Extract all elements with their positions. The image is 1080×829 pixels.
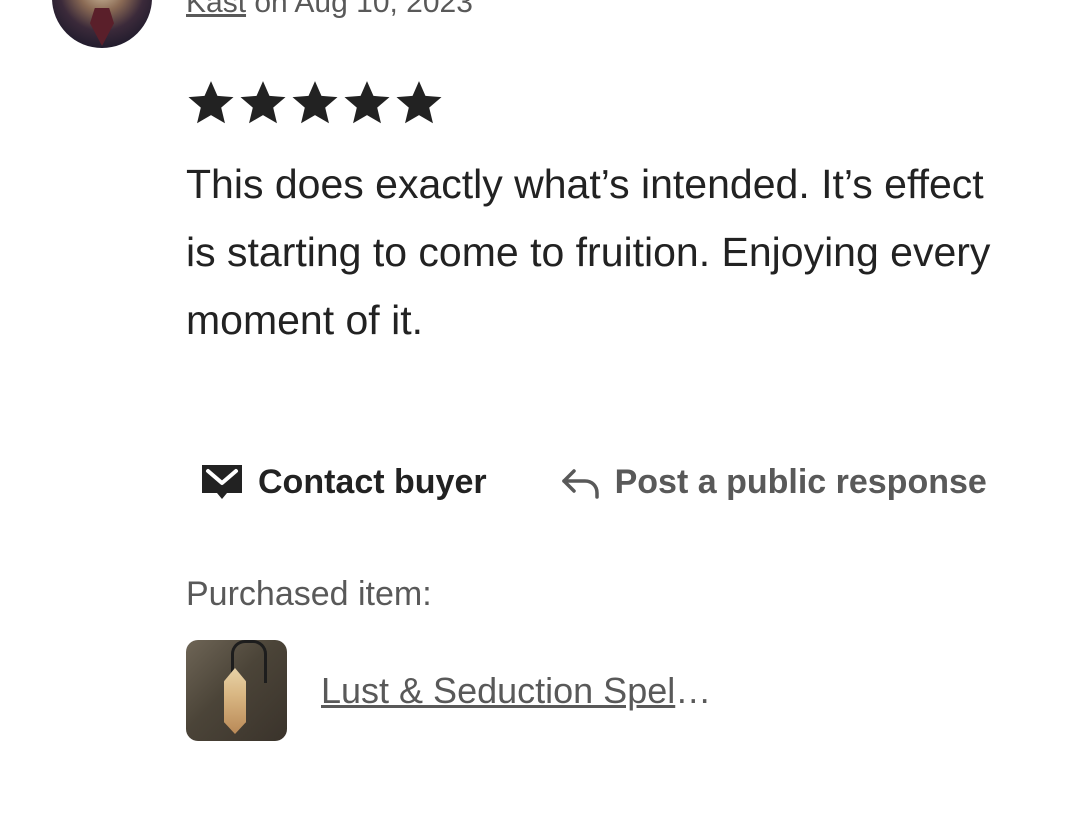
item-title: Lust & Seduction Spel bbox=[321, 669, 676, 711]
reviewer-name-link[interactable]: Kast bbox=[186, 0, 246, 19]
star-icon bbox=[290, 78, 340, 128]
star-icon bbox=[186, 78, 236, 128]
contact-buyer-button[interactable]: Contact buyer bbox=[200, 462, 487, 502]
review-text: This does exactly what’s intended. It’s … bbox=[186, 161, 991, 343]
purchased-item: Lust & Seduction Spel… bbox=[186, 640, 711, 741]
star-icon bbox=[342, 78, 392, 128]
reply-arrow-icon bbox=[559, 464, 601, 500]
purchased-item-link[interactable]: Lust & Seduction Spel… bbox=[321, 670, 711, 712]
item-title-ellipsis: … bbox=[675, 669, 712, 711]
star-icon bbox=[238, 78, 288, 128]
post-public-response-button[interactable]: Post a public response bbox=[559, 463, 987, 502]
review-actions: Contact buyer Post a public response bbox=[200, 462, 987, 502]
star-rating bbox=[186, 78, 444, 128]
purchased-item-label: Purchased item: bbox=[186, 575, 432, 613]
item-thumbnail[interactable] bbox=[186, 640, 287, 741]
mail-icon bbox=[200, 462, 244, 502]
star-icon bbox=[394, 78, 444, 128]
review-date: on Aug 10, 2023 bbox=[246, 0, 473, 19]
reviewer-line: Kast on Aug 10, 2023 bbox=[186, 0, 473, 20]
post-public-response-label: Post a public response bbox=[614, 462, 987, 501]
pendant-crystal bbox=[224, 668, 246, 734]
avatar-emblem bbox=[90, 8, 114, 46]
contact-buyer-label: Contact buyer bbox=[258, 462, 487, 501]
reviewer-avatar[interactable] bbox=[52, 0, 152, 48]
